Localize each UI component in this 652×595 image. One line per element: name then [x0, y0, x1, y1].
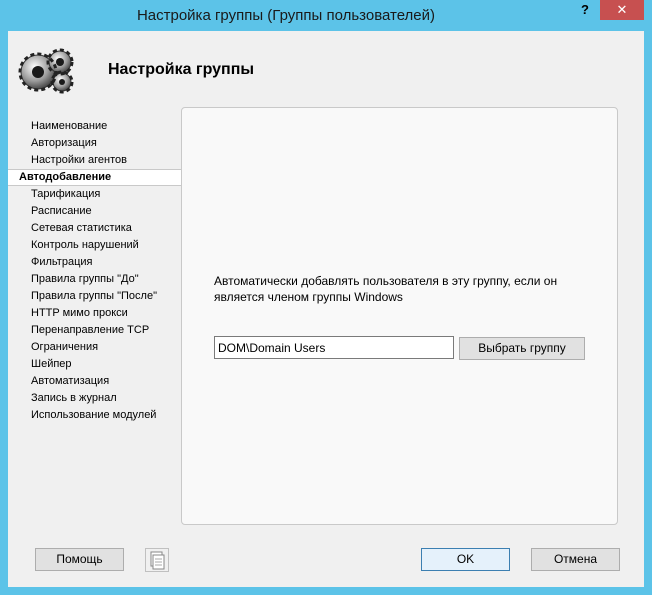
nav-item[interactable]: Правила группы "До" [8, 271, 183, 288]
settings-panel: Автоматически добавлять пользователя в э… [181, 107, 618, 525]
cancel-button[interactable]: Отмена [531, 548, 620, 571]
nav-item[interactable]: Ограничения [8, 339, 183, 356]
nav-item[interactable]: Настройки агентов [8, 152, 183, 169]
dialog-client-area: Настройка группы Наименование Авторизация… [8, 31, 644, 587]
title-bar[interactable]: Настройка группы (Группы пользователей) … [0, 0, 652, 31]
nav-item[interactable]: Правила группы "После" [8, 288, 183, 305]
nav-item[interactable]: Автоматизация [8, 373, 183, 390]
nav-item[interactable]: Автодобавление [8, 169, 183, 186]
ok-button[interactable]: OK [421, 548, 510, 571]
nav-item[interactable]: Фильтрация [8, 254, 183, 271]
nav-item[interactable]: Использование модулей [8, 407, 183, 424]
document-icon[interactable] [145, 548, 169, 572]
gears-icon [16, 40, 74, 98]
windows-group-input[interactable] [214, 336, 454, 359]
autoadd-description: Автоматически добавлять пользователя в э… [214, 274, 558, 304]
nav-item[interactable]: Запись в журнал [8, 390, 183, 407]
help-title-button[interactable]: ? [571, 0, 599, 20]
section-nav: Наименование Авторизация Настройки агентов… [8, 118, 183, 424]
nav-item[interactable]: Расписание [8, 203, 183, 220]
dialog-window: Настройка группы (Группы пользователей) … [0, 0, 652, 595]
nav-item[interactable]: Перенаправление TCP [8, 322, 183, 339]
nav-item[interactable]: Авторизация [8, 135, 183, 152]
nav-item[interactable]: HTTP мимо прокси [8, 305, 183, 322]
choose-group-button[interactable]: Выбрать группу [459, 337, 585, 360]
nav-item[interactable]: Наименование [8, 118, 183, 135]
nav-item[interactable]: Сетевая статистика [8, 220, 183, 237]
nav-item[interactable]: Тарификация [8, 186, 183, 203]
close-button[interactable]: ✕ [600, 0, 644, 20]
help-button[interactable]: Помощь [35, 548, 124, 571]
nav-item[interactable]: Контроль нарушений [8, 237, 183, 254]
page-title: Настройка группы [108, 61, 255, 78]
window-title: Настройка группы (Группы пользователей) [136, 7, 436, 24]
nav-item[interactable]: Шейпер [8, 356, 183, 373]
